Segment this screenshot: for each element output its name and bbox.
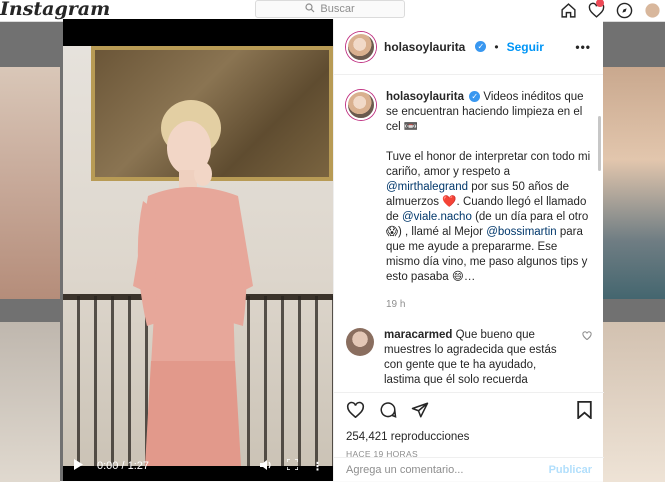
verified-badge-icon: ✓ [469,91,481,103]
fullscreen-icon[interactable] [286,458,299,473]
comment-username[interactable]: maracarmed [384,329,452,341]
home-icon[interactable] [559,1,577,19]
video-player[interactable]: 0:00 / 1:27 ⋮ [63,19,333,481]
search-icon [305,2,315,16]
caption-text: holasoylaurita ✓ Videos inéditos que se … [386,90,592,285]
action-row [346,400,592,424]
video-time: 0:00 / 1:27 [97,460,149,472]
post-username[interactable]: holasoylaurita [384,40,465,54]
dot-separator: • [494,39,499,54]
like-heart-icon[interactable] [346,401,365,423]
comment-text: maracarmed Que bueno que muestres lo agr… [384,328,572,388]
post-modal: 0:00 / 1:27 ⋮ holasoylaurita ✓ • Seguir … [63,19,604,481]
feed-thumbnail[interactable] [603,322,665,482]
activity-heart-icon[interactable] [587,0,605,19]
view-count[interactable]: 254,421 reproducciones [346,431,592,443]
comments-section[interactable]: holasoylaurita ✓ Videos inéditos que se … [334,76,604,392]
comment-bubble-icon[interactable] [379,401,397,424]
feed-thumbnail[interactable] [603,67,665,299]
mention-link[interactable]: @bossimartin [486,226,556,238]
woman-figure [133,100,253,466]
video-more-icon[interactable]: ⋮ [312,460,323,473]
search-input[interactable]: Buscar [255,0,405,18]
publish-button[interactable]: Publicar [549,464,592,476]
feed-thumbnail[interactable] [0,67,60,299]
play-icon[interactable] [73,459,83,473]
caption-line: Tuve el honor de interpretar con todo mi… [386,151,591,178]
mention-link[interactable]: @mirthalegrand [386,181,468,193]
share-paper-plane-icon[interactable] [411,401,429,424]
search-placeholder: Buscar [320,3,355,15]
add-comment-input[interactable]: Agrega un comentario... [346,464,463,476]
caption-username[interactable]: holasoylaurita [386,91,464,103]
comment-item: maracarmed Que bueno que muestres lo agr… [346,328,592,388]
feed-thumbnail[interactable] [0,322,60,482]
add-comment-bar: Agrega un comentario... Publicar [334,457,604,481]
profile-avatar-icon[interactable] [643,1,661,19]
follow-button[interactable]: Seguir [507,40,544,54]
comment-like-heart-icon[interactable] [582,330,592,388]
post-header: holasoylaurita ✓ • Seguir ••• [334,19,603,75]
avatar[interactable] [346,31,376,62]
volume-icon[interactable] [260,459,273,474]
verified-badge-icon: ✓ [475,41,487,52]
avatar[interactable] [346,90,376,120]
bookmark-icon[interactable] [577,400,592,424]
caption-timestamp: 19 h [386,299,406,310]
avatar[interactable] [346,328,374,356]
video-controls: 0:00 / 1:27 ⋮ [63,451,333,481]
explore-compass-icon[interactable] [615,1,633,19]
scrollbar[interactable] [598,116,601,171]
more-options-icon[interactable]: ••• [575,40,591,54]
caption: holasoylaurita ✓ Videos inéditos que se … [346,90,592,285]
mention-link[interactable]: @viale.nacho [402,211,472,223]
nav-icons [559,0,661,19]
post-panel: holasoylaurita ✓ • Seguir ••• holasoylau… [333,19,604,481]
video-frame [63,46,333,466]
instagram-logo[interactable]: Instagram [0,0,110,20]
